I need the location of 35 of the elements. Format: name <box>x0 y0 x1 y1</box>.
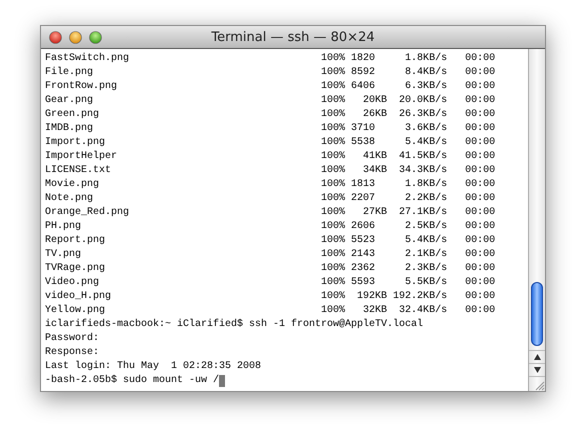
terminal-line: Password: <box>45 332 100 346</box>
terminal-line: -bash-2.05b$ sudo mount -uw / <box>45 374 220 388</box>
terminal-line: TVRage.png 100% 2362 2.3KB/s 00:00 <box>45 262 496 276</box>
terminal-line: File.png 100% 8592 8.4KB/s 00:00 <box>45 66 496 80</box>
terminal-line: Video.png 100% 5593 5.5KB/s 00:00 <box>45 276 496 290</box>
scroll-thumb[interactable] <box>531 282 543 346</box>
terminal-line: video_H.png 100% 192KB 192.2KB/s 00:00 <box>45 290 496 304</box>
terminal-line: Note.png 100% 2207 2.2KB/s 00:00 <box>45 192 496 206</box>
zoom-button[interactable] <box>89 30 102 44</box>
terminal-line: LICENSE.txt 100% 34KB 34.3KB/s 00:00 <box>45 164 496 178</box>
resize-grip-icon[interactable] <box>533 379 545 391</box>
down-arrow-icon <box>534 367 540 373</box>
terminal-line: ImportHelper 100% 41KB 41.5KB/s 00:00 <box>45 150 496 164</box>
scroll-bar[interactable] <box>528 49 545 391</box>
terminal-line: PH.png 100% 2606 2.5KB/s 00:00 <box>45 220 496 234</box>
terminal-line: Green.png 100% 26KB 26.3KB/s 00:00 <box>45 108 496 122</box>
terminal-line: iclarifieds-macbook:~ iClarified$ ssh -1 frontrow@AppleTV.local <box>45 318 424 332</box>
terminal-line: Report.png 100% 5523 5.4KB/s 00:00 <box>45 234 496 248</box>
terminal-line: Import.png 100% 5538 5.4KB/s 00:00 <box>45 136 496 150</box>
terminal-line: Orange_Red.png 100% 27KB 27.1KB/s 00:00 <box>45 206 496 220</box>
terminal-line: Movie.png 100% 1813 1.8KB/s 00:00 <box>45 178 496 192</box>
close-button[interactable] <box>49 30 62 44</box>
minimize-button[interactable] <box>69 30 82 44</box>
terminal-line: FastSwitch.png 100% 1820 1.8KB/s 00:00 <box>45 52 496 66</box>
terminal-line: Last login: Thu May 1 02:28:35 2008 <box>45 360 262 374</box>
window-title: Terminal — ssh — 80×24 <box>211 30 375 44</box>
scroll-up-button[interactable] <box>529 350 545 363</box>
terminal-line: IMDB.png 100% 3710 3.6KB/s 00:00 <box>45 122 496 136</box>
text-cursor <box>219 375 226 387</box>
terminal-line: FrontRow.png 100% 6406 6.3KB/s 00:00 <box>45 80 496 94</box>
terminal-line: Response: <box>45 346 100 360</box>
terminal-line: Gear.png 100% 20KB 20.0KB/s 00:00 <box>45 94 496 108</box>
terminal-line: Yellow.png 100% 32KB 32.4KB/s 00:00 <box>45 304 496 318</box>
terminal-line: TV.png 100% 2143 2.1KB/s 00:00 <box>45 248 496 262</box>
up-arrow-icon <box>534 354 540 360</box>
